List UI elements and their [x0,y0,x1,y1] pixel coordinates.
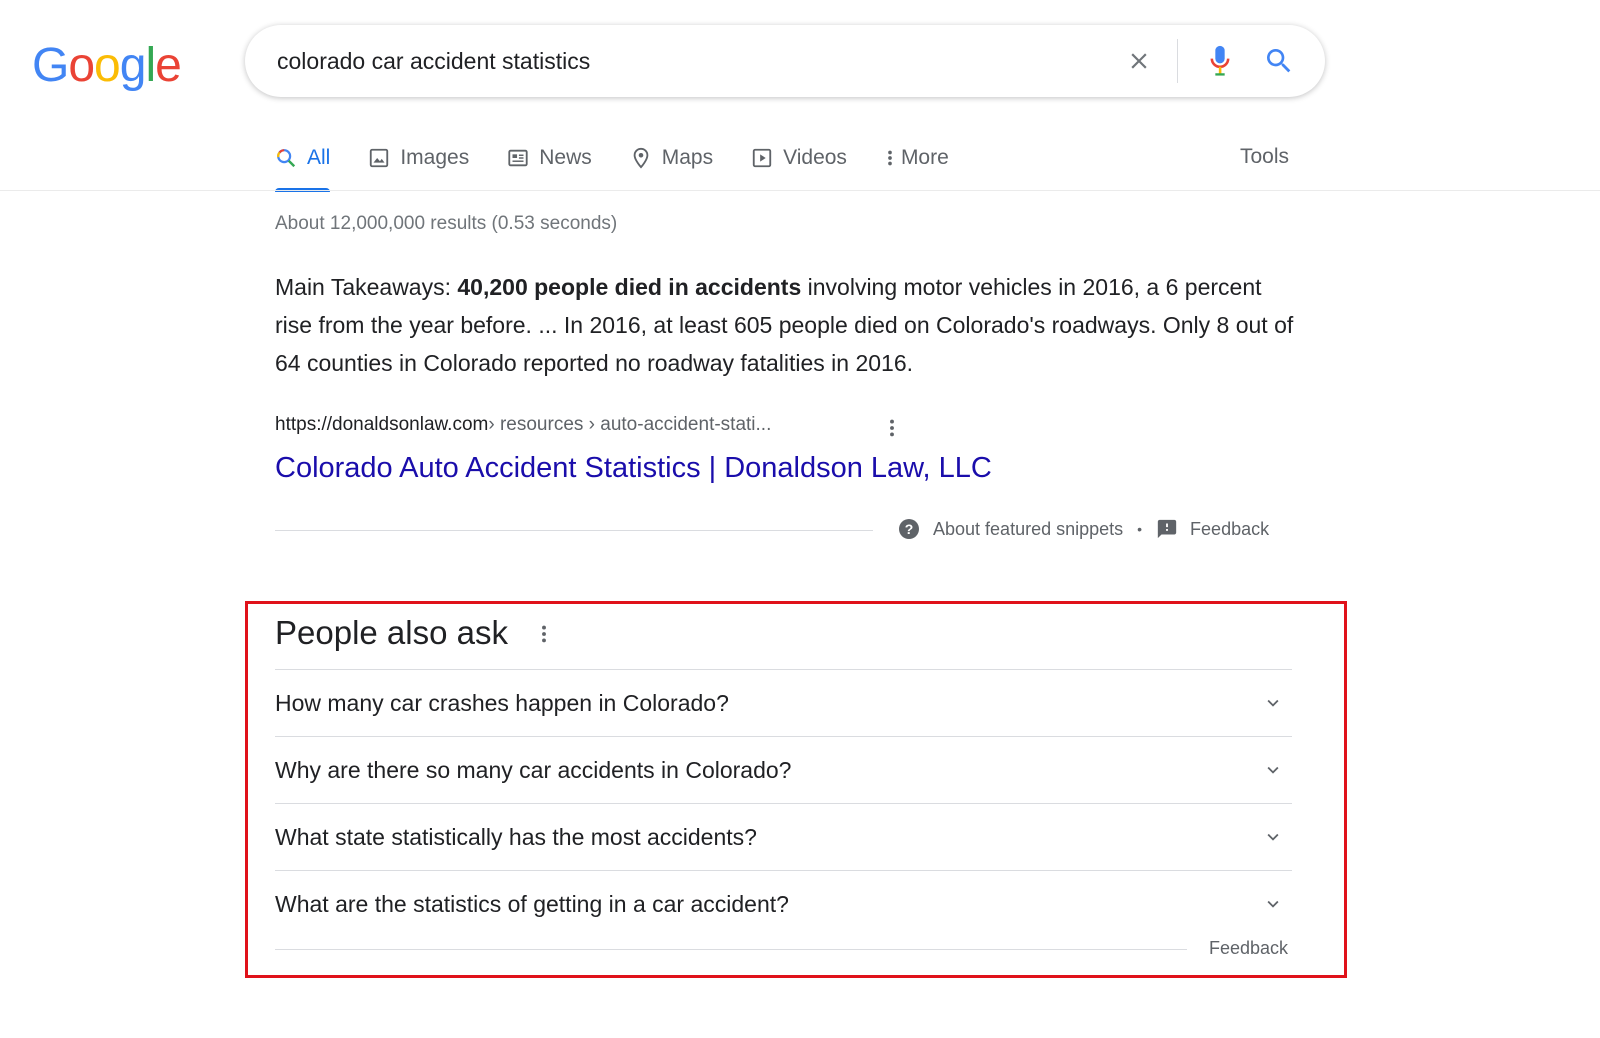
result-title-link[interactable]: Colorado Auto Accident Statistics | Dona… [275,452,992,485]
search-box [245,25,1325,97]
logo-letter: e [155,39,182,92]
tab-all[interactable]: All [275,132,331,192]
result-cite: https://donaldsonlaw.com › resources › a… [275,414,771,436]
paa-feedback-link[interactable]: Feedback [1209,938,1288,959]
news-icon [507,147,529,169]
mic-icon [1210,45,1230,76]
tab-label: Maps [661,146,714,169]
chevron-down-icon [1252,826,1292,848]
paa-title: People also ask [275,614,508,651]
tab-images[interactable]: Images [368,132,469,184]
logo-letter: l [145,39,156,92]
more-vert-icon [890,419,894,437]
tab-label: Videos [783,146,847,169]
paa-list: How many car crashes happen in Colorado?… [275,669,1292,937]
paa-question[interactable]: What state statistically has the most ac… [275,803,1292,870]
result-options-button[interactable] [882,416,902,440]
video-icon [751,147,773,169]
more-vert-icon [885,147,895,169]
tab-label: All [307,146,331,169]
feedback-icon [1157,519,1177,539]
paa-question-text: Why are there so many car accidents in C… [275,756,792,783]
tab-videos[interactable]: Videos [751,132,847,184]
snippet-highlight: 40,200 people died in accidents [457,274,802,300]
chevron-down-icon [1252,893,1292,915]
voice-search-button[interactable] [1200,41,1240,81]
svg-text:?: ? [905,521,914,537]
paa-options-button[interactable] [534,620,554,648]
close-icon [1131,53,1147,69]
chevron-down-icon [1252,692,1292,714]
logo-letter: G [32,39,69,92]
about-featured-snippets-link[interactable]: ? About featured snippets [897,517,1123,541]
search-input[interactable] [277,25,1097,97]
paa-question[interactable]: What are the statistics of getting in a … [275,870,1292,937]
paa-question-text: How many car crashes happen in Colorado? [275,689,729,716]
search-icon [275,147,297,169]
paa-question-text: What state statistically has the most ac… [275,823,757,850]
featured-snippet-text: Main Takeaways: 40,200 people died in ac… [275,268,1295,382]
snippet-footer: ? About featured snippets • Feedback [897,517,1269,541]
tools-button[interactable]: Tools [1240,145,1289,169]
tab-label: More [900,146,949,169]
search-icon [1267,49,1291,73]
logo-letter: o [94,39,121,92]
image-icon [368,147,390,169]
logo-letter: g [119,39,147,92]
more-vert-icon [542,625,546,643]
tab-label: News [539,146,592,169]
result-stats: About 12,000,000 results (0.53 seconds) [275,213,618,234]
paa-question[interactable]: How many car crashes happen in Colorado? [275,669,1292,736]
clear-search-button[interactable] [1121,43,1157,79]
search-tabs: All Images News Maps Videos More [275,132,987,192]
logo-letter: o [68,39,95,92]
tab-label: Images [400,146,470,169]
paa-divider [275,949,1187,950]
google-logo[interactable]: Google [32,38,182,93]
footer-separator: • [1137,521,1143,537]
snippet-prefix: Main Takeaways: [275,274,458,300]
paa-question-text: What are the statistics of getting in a … [275,890,789,917]
snippet-feedback-link[interactable]: Feedback [1156,518,1269,540]
feedback-label: Feedback [1190,518,1270,539]
map-pin-icon [630,146,652,170]
tab-more[interactable]: More [885,132,949,184]
snippet-divider [275,530,873,531]
about-featured-snippets-label: About featured snippets [933,518,1124,539]
cite-path: › resources › auto-accident-stati... [488,414,772,435]
tab-news[interactable]: News [507,132,592,184]
chevron-down-icon [1252,759,1292,781]
tabs-divider [0,190,1600,191]
cite-domain: https://donaldsonlaw.com [275,414,489,435]
search-submit-button[interactable] [1259,41,1299,81]
search-divider [1177,39,1178,83]
paa-question[interactable]: Why are there so many car accidents in C… [275,736,1292,803]
help-icon: ? [899,519,919,539]
tab-maps[interactable]: Maps [630,132,713,184]
